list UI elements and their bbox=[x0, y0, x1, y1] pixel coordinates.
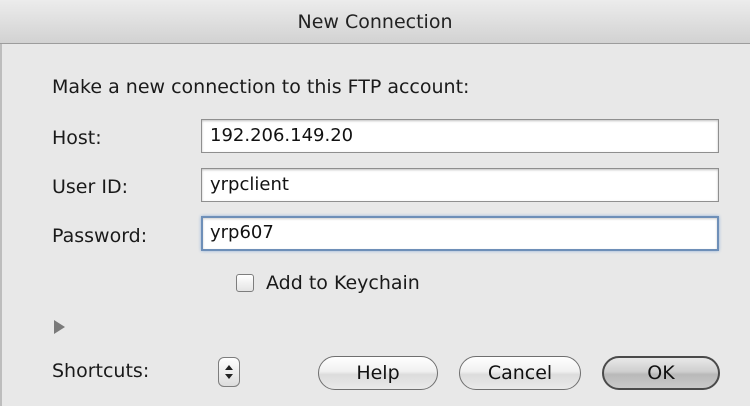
user-id-label: User ID: bbox=[52, 176, 128, 198]
keychain-option[interactable]: Add to Keychain bbox=[236, 272, 420, 294]
title-bar[interactable]: New Connection bbox=[0, 0, 750, 44]
host-field[interactable]: 192.206.149.20 bbox=[201, 119, 719, 153]
cancel-button[interactable]: Cancel bbox=[459, 356, 581, 390]
form-heading: Make a new connection to this FTP accoun… bbox=[52, 76, 470, 98]
window-edge bbox=[0, 0, 2, 406]
help-button[interactable]: Help bbox=[318, 356, 438, 390]
keychain-checkbox[interactable] bbox=[236, 274, 254, 292]
user-id-field[interactable]: yrpclient bbox=[201, 168, 719, 202]
window-title: New Connection bbox=[297, 10, 453, 33]
keychain-label[interactable]: Add to Keychain bbox=[266, 272, 420, 294]
password-field[interactable]: yrp607 bbox=[201, 216, 719, 251]
disclosure-triangle-icon[interactable] bbox=[54, 320, 65, 334]
shortcuts-popup-button[interactable] bbox=[218, 357, 240, 387]
new-connection-dialog: New Connection Make a new connection to … bbox=[0, 0, 750, 406]
host-label: Host: bbox=[52, 127, 102, 149]
arrow-up-icon bbox=[225, 365, 233, 370]
arrow-down-icon bbox=[225, 374, 233, 379]
shortcuts-label: Shortcuts: bbox=[52, 360, 150, 382]
password-label: Password: bbox=[52, 225, 148, 247]
ok-button[interactable]: OK bbox=[602, 356, 720, 390]
